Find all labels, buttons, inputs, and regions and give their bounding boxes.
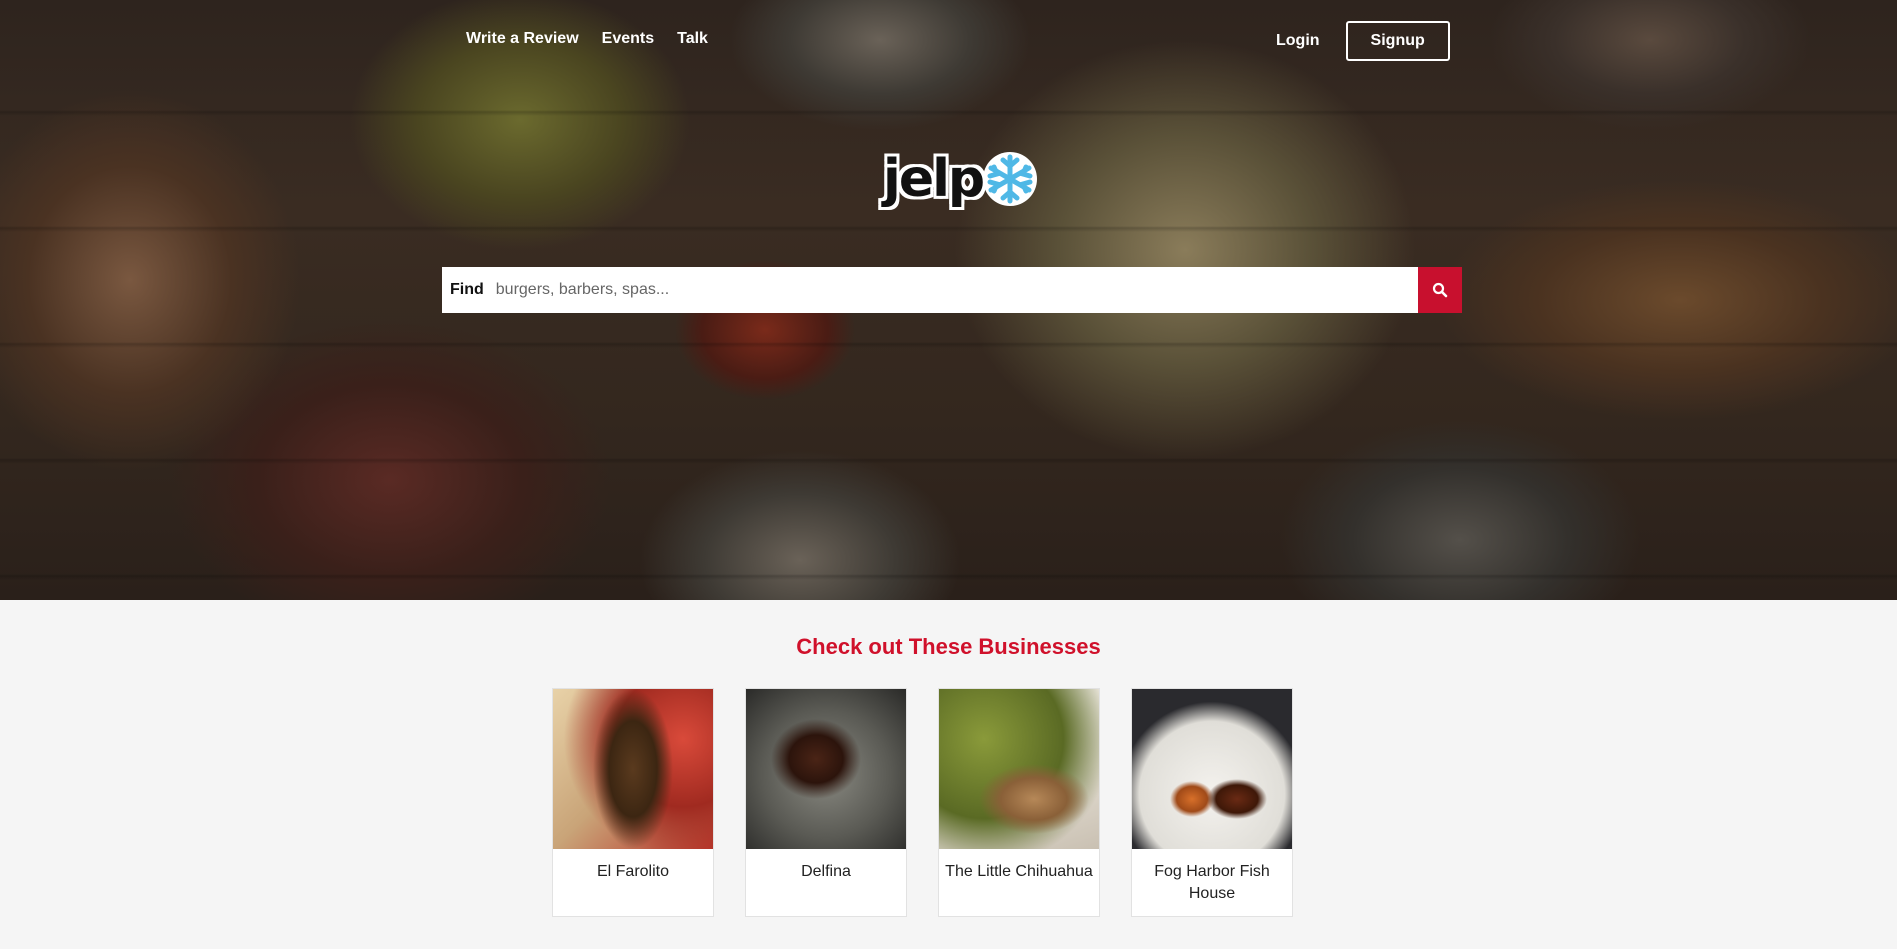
logo-text: jelp (883, 149, 985, 209)
nav-talk-link[interactable]: Talk (677, 30, 708, 48)
snowflake-icon (983, 152, 1038, 206)
business-photo (939, 689, 1099, 849)
section-title: Check out These Businesses (796, 634, 1101, 659)
business-photo (1132, 689, 1292, 849)
business-name: The Little Chihuahua (945, 863, 1093, 880)
business-card[interactable]: El Farolito (552, 688, 714, 917)
nav-events-link[interactable]: Events (602, 30, 654, 48)
business-name: El Farolito (596, 863, 670, 880)
business-photo (746, 689, 906, 849)
nav-write-review-link[interactable]: Write a Review (466, 30, 579, 48)
business-cards: El Farolito Delfina The Little Chihuahua… (552, 688, 1293, 917)
business-card[interactable]: Fog Harbor Fish House (1131, 688, 1293, 917)
search-label: Find (450, 281, 484, 298)
jelp-logo[interactable]: jelp (883, 150, 1039, 208)
auth-nav: Login Signup (1276, 21, 1450, 61)
business-name: Fog Harbor Fish House (1154, 863, 1270, 902)
search-bar: Find (442, 267, 1462, 313)
business-name: Delfina (801, 863, 851, 880)
hero-banner: Write a Review Events Talk Login Signup … (0, 0, 1897, 600)
main-nav: Write a Review Events Talk (466, 30, 708, 48)
business-photo (553, 689, 713, 849)
search-button[interactable] (1418, 267, 1462, 313)
search-icon (1432, 282, 1448, 298)
login-link[interactable]: Login (1276, 32, 1320, 50)
search-input[interactable] (493, 269, 1462, 311)
business-card[interactable]: Delfina (745, 688, 907, 917)
signup-button[interactable]: Signup (1345, 21, 1450, 61)
business-card[interactable]: The Little Chihuahua (938, 688, 1100, 917)
